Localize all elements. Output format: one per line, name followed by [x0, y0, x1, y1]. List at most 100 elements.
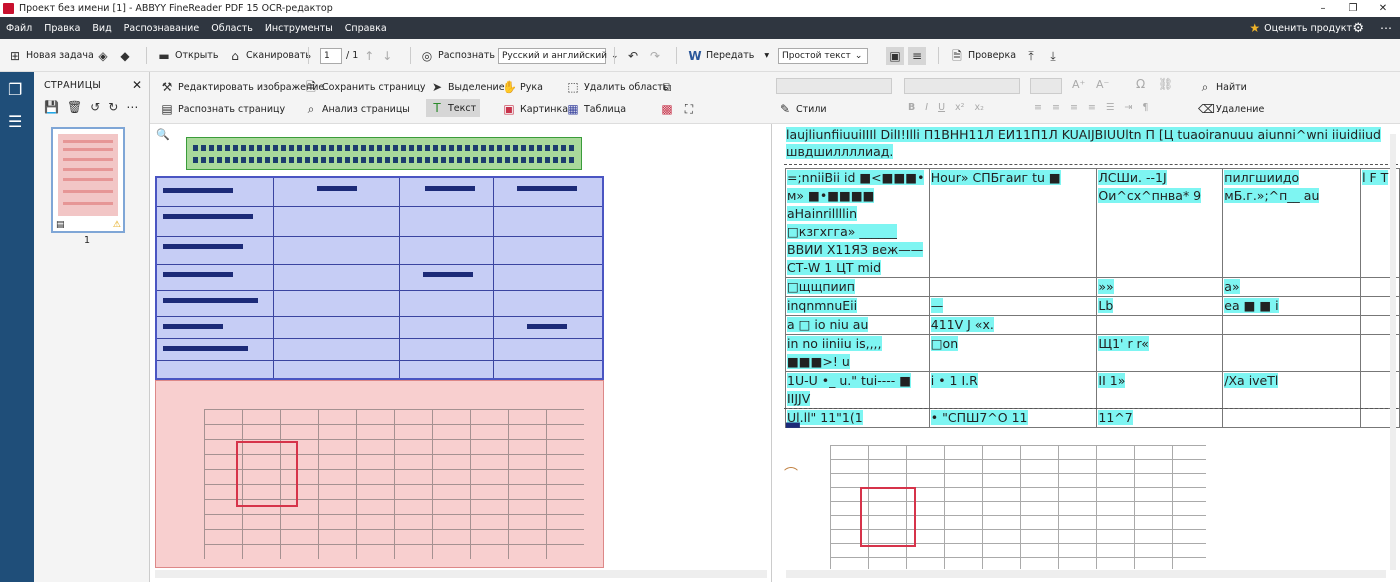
- menu-area[interactable]: Область: [205, 23, 259, 34]
- close-icon[interactable]: ✕: [132, 78, 142, 92]
- font-size-select[interactable]: [1030, 78, 1062, 94]
- delete-icon[interactable]: 🗑: [67, 100, 82, 114]
- page-thumbnail[interactable]: ▤ ⚠: [51, 127, 125, 233]
- table-cell[interactable]: inqnmnuEii: [785, 296, 930, 316]
- table-cell[interactable]: ea ■ ■ i: [1222, 296, 1362, 316]
- picture-area-tool[interactable]: ▣ Картинка: [502, 102, 568, 116]
- link-icon[interactable]: ⛓: [1158, 77, 1173, 91]
- scan-button[interactable]: ⌂ Сканировать: [228, 39, 311, 72]
- font-family-select[interactable]: [904, 78, 1020, 94]
- table-cell[interactable]: [1096, 315, 1224, 335]
- picture-area-block[interactable]: [155, 380, 604, 568]
- menu-file[interactable]: Файл: [0, 23, 38, 34]
- table-cell[interactable]: 411V J «x.: [928, 315, 1098, 335]
- table-cell[interactable]: »»: [1096, 277, 1224, 297]
- table-area-block[interactable]: [155, 176, 604, 380]
- rotate-left-icon[interactable]: ↺: [90, 100, 100, 114]
- find-button[interactable]: ⌕ Найти: [1198, 80, 1247, 94]
- rate-product-button[interactable]: ★ Оценить продукт: [1249, 21, 1352, 35]
- save-page-button[interactable]: 🗎 Сохранить страницу: [304, 80, 425, 94]
- align-left-icon[interactable]: ≡: [1034, 102, 1042, 113]
- page-number-input[interactable]: 1: [320, 47, 342, 64]
- font-style-select[interactable]: [776, 78, 892, 94]
- table-cell[interactable]: =;nniiBii id ■<■■■• м» ■•■■■■ aHainrilll…: [785, 168, 930, 278]
- save-icon[interactable]: 💾: [44, 100, 59, 114]
- more-icon[interactable]: ⋯: [126, 100, 138, 114]
- align-right-icon[interactable]: ≡: [1070, 102, 1078, 113]
- prev-error-button[interactable]: ⤒: [1024, 39, 1038, 72]
- table-cell[interactable]: II 1»: [1096, 371, 1224, 409]
- close-window-button[interactable]: ✕: [1368, 0, 1398, 17]
- menu-view[interactable]: Вид: [86, 23, 117, 34]
- minimize-button[interactable]: –: [1308, 0, 1338, 17]
- text-view-toggle[interactable]: ≡: [908, 39, 926, 72]
- rotate-right-icon[interactable]: ↻: [108, 100, 118, 114]
- redo-button[interactable]: ↷: [648, 39, 662, 72]
- menu-tools[interactable]: Инструменты: [259, 23, 339, 34]
- table-cell[interactable]: /Xa iveTl: [1222, 371, 1362, 409]
- table-cell[interactable]: □on: [928, 334, 1098, 372]
- text-style-select[interactable]: Простой текст ⌄: [778, 39, 868, 72]
- italic-icon[interactable]: I: [925, 102, 928, 113]
- ocr-table[interactable]: =;nniiBii id ■<■■■• м» ■•■■■■ aHainrilll…: [785, 168, 1400, 428]
- recognize-button[interactable]: ◎ Распознать: [420, 39, 495, 72]
- text-area-block[interactable]: [186, 137, 582, 170]
- table-area-tool[interactable]: ▦ Таблица: [566, 102, 626, 116]
- undo-button[interactable]: ↶: [626, 39, 640, 72]
- menu-help[interactable]: Справка: [339, 23, 393, 34]
- verify-button[interactable]: 🗎 Проверка: [950, 39, 1016, 72]
- analyze-page-button[interactable]: ⌕ Анализ страницы: [304, 102, 410, 116]
- image-view-toggle[interactable]: ▣: [886, 39, 904, 72]
- text-area-tool[interactable]: T Текст: [426, 99, 481, 117]
- send-button[interactable]: W Передать ▾: [688, 39, 769, 72]
- bold-icon[interactable]: B: [908, 102, 915, 113]
- maximize-button[interactable]: ❐: [1338, 0, 1368, 17]
- image-horizontal-scrollbar[interactable]: [155, 570, 767, 578]
- table-cell[interactable]: 1U-U •_ u." tui---- ■ IIJJV: [785, 371, 930, 409]
- new-task-button[interactable]: ⊞ Новая задача: [8, 39, 94, 72]
- background-picture-button[interactable]: ▩: [660, 102, 674, 116]
- list-icon[interactable]: ☰: [1106, 102, 1115, 113]
- delete-button[interactable]: ⌫ Удаление: [1198, 102, 1264, 116]
- edit-image-button[interactable]: ⚒ Редактировать изображение: [160, 80, 325, 94]
- ocr-heading[interactable]: laujliunfiiuuiIIIl DilI!Illi П1ВНН11Л ЕИ…: [786, 126, 1386, 160]
- layers2-button[interactable]: ◆: [118, 39, 132, 72]
- paragraph-icon[interactable]: ¶: [1142, 102, 1148, 113]
- table-cell[interactable]: i • 1 I.R: [928, 371, 1098, 409]
- table-cell[interactable]: a □ io niu au: [785, 315, 930, 335]
- table-cell[interactable]: пилгшиидо мБ.г.»;^п__ au: [1222, 168, 1362, 278]
- indent-icon[interactable]: ⇥: [1124, 102, 1132, 113]
- menu-edit[interactable]: Правка: [38, 23, 86, 34]
- hand-tool[interactable]: ✋ Рука: [502, 80, 543, 94]
- delete-area-button[interactable]: ⬚ Удалить область: [566, 80, 668, 94]
- recognize-page-button[interactable]: ▤ Распознать страницу: [160, 102, 285, 116]
- text-view[interactable]: laujliunfiiuuiIIIl DilI!Illi П1ВНН11Л ЕИ…: [772, 124, 1400, 582]
- table-cell[interactable]: a»: [1222, 277, 1362, 297]
- pages-panel-icon[interactable]: ❐: [8, 80, 22, 99]
- omega-icon[interactable]: Ω: [1136, 77, 1145, 91]
- table-cell[interactable]: in no iiniiu is,,,, ■■■>! u: [785, 334, 930, 372]
- layers-button[interactable]: ◈: [96, 39, 110, 72]
- subscript-icon[interactable]: x₂: [974, 102, 983, 113]
- zoom-icon[interactable]: 🔍: [156, 128, 170, 141]
- table-cell[interactable]: Lb: [1096, 296, 1224, 316]
- font-grow-icon[interactable]: A⁺: [1072, 78, 1085, 91]
- table-cell[interactable]: □щщпиип: [785, 277, 930, 297]
- table-cell[interactable]: [928, 277, 1098, 297]
- selection-tool[interactable]: ➤ Выделение: [430, 80, 505, 94]
- more-icon[interactable]: ⋯: [1380, 21, 1392, 35]
- table-cell[interactable]: —: [928, 296, 1098, 316]
- image-view[interactable]: 🔍: [150, 124, 772, 582]
- language-select[interactable]: Русский и английский ⌄: [498, 39, 619, 72]
- arrow-down-icon[interactable]: ↓: [380, 49, 394, 63]
- list-icon[interactable]: ☰: [8, 112, 22, 131]
- table-cell[interactable]: [1222, 334, 1362, 372]
- styles-button[interactable]: ✎ Стили: [778, 102, 827, 116]
- recognized-picture[interactable]: [830, 437, 1206, 569]
- text-horizontal-scrollbar[interactable]: [786, 570, 1386, 578]
- menu-recognition[interactable]: Распознавание: [118, 23, 206, 34]
- arrow-up-icon[interactable]: ↑: [362, 49, 376, 63]
- table-cell[interactable]: ЛСШи. --1J Ои^сх^пнва* 9: [1096, 168, 1224, 278]
- align-justify-icon[interactable]: ≡: [1088, 102, 1096, 113]
- table-cell[interactable]: [1222, 315, 1362, 335]
